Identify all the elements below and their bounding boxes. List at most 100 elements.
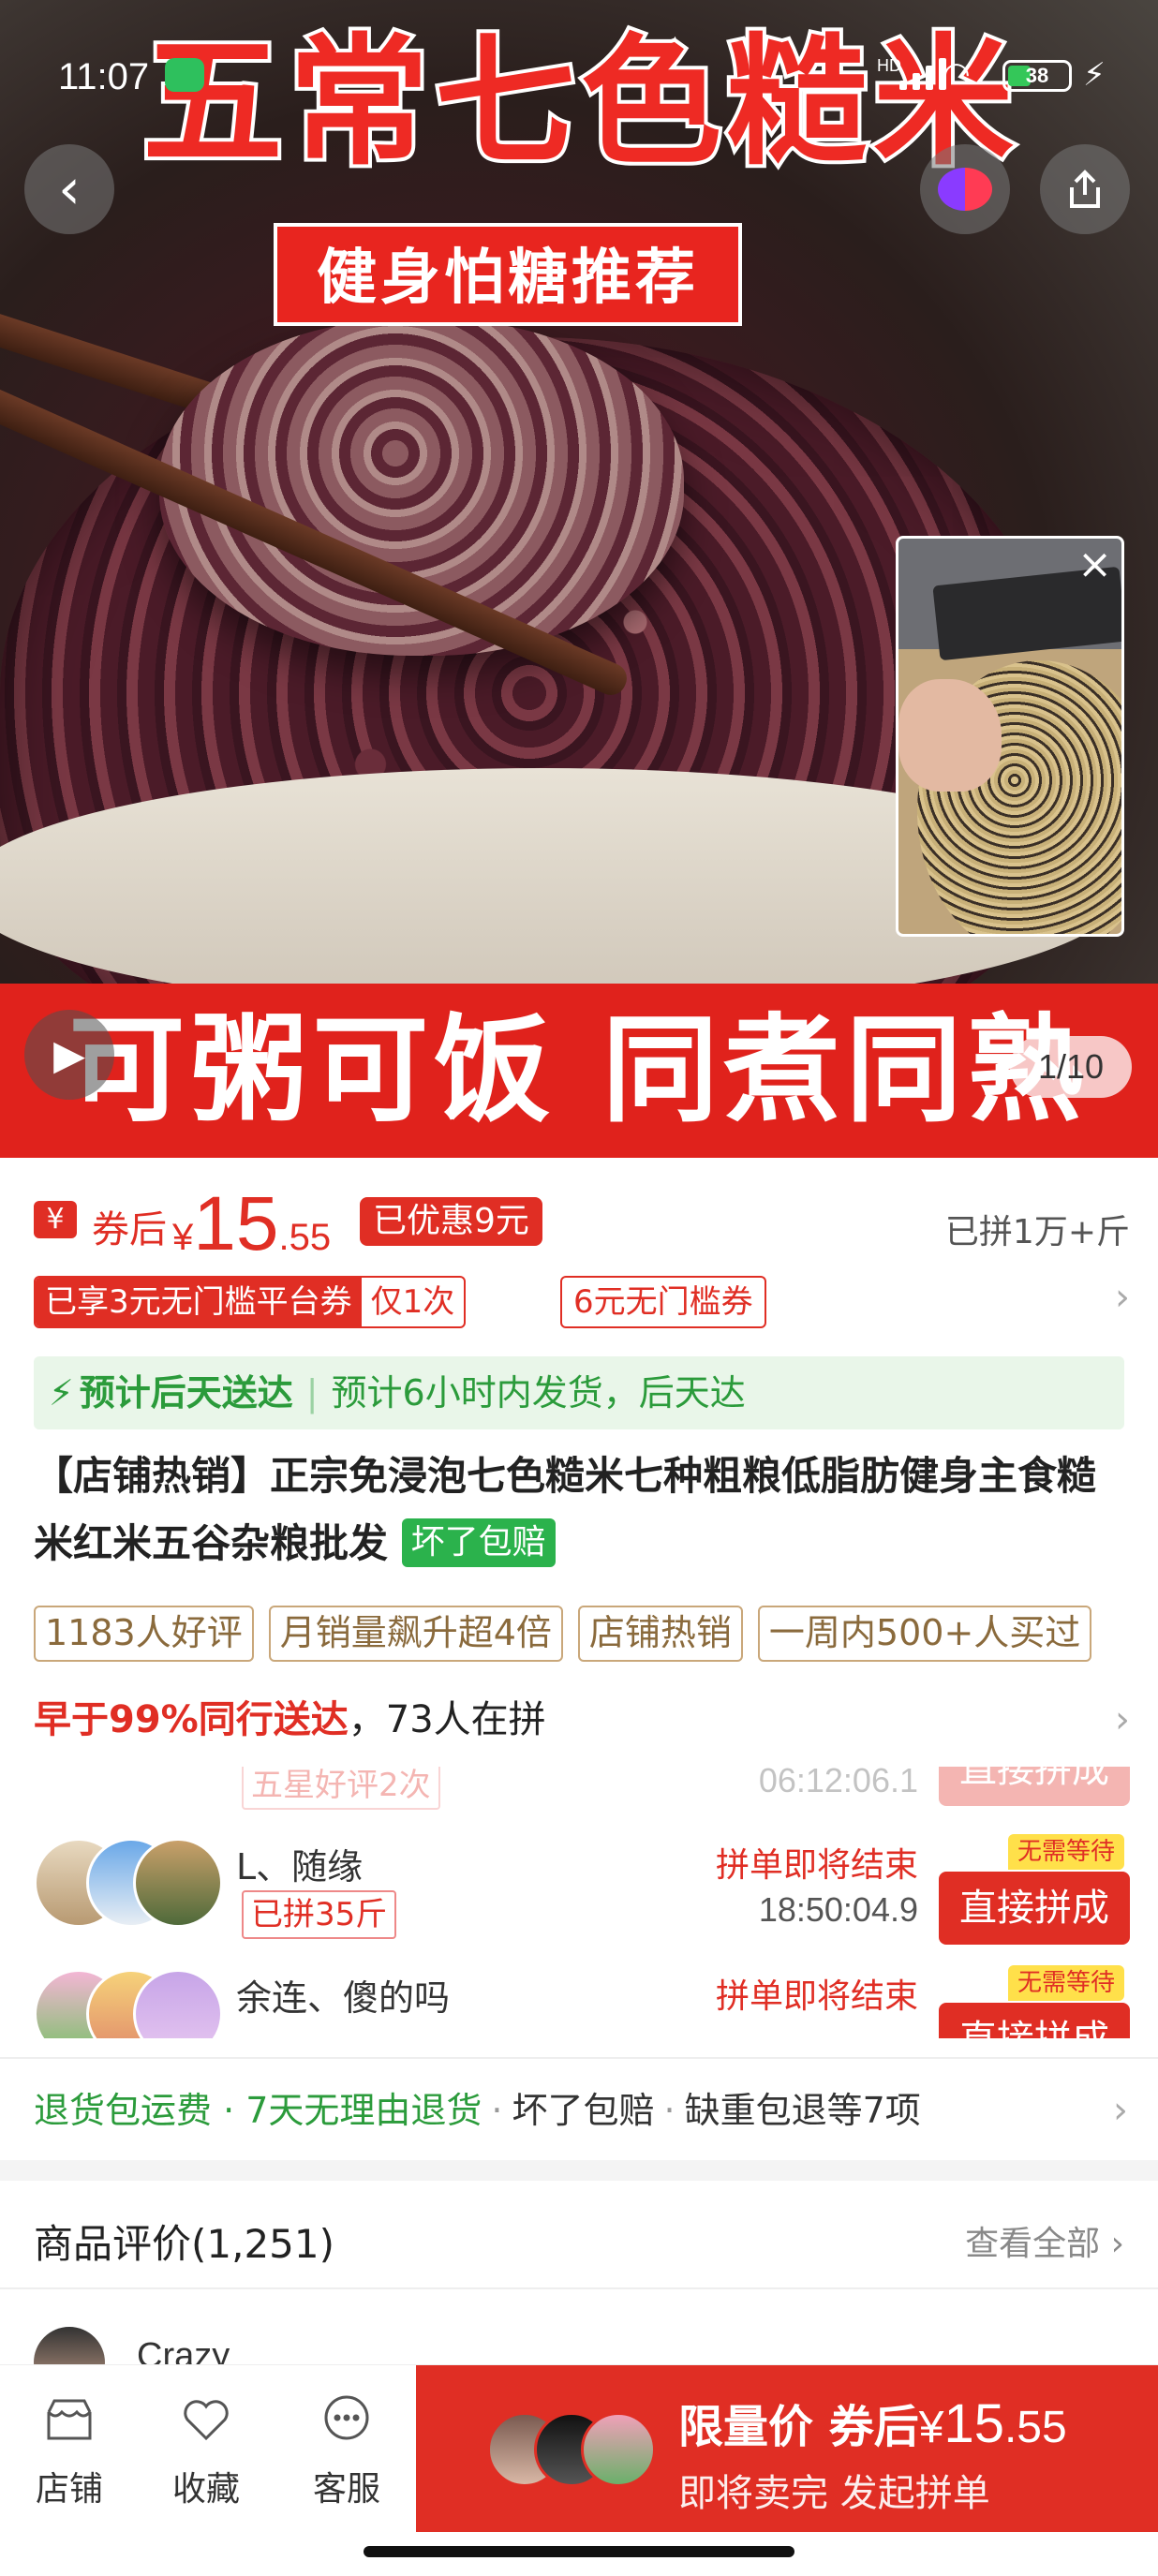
store-coupon[interactable]: 6元无门槛券 — [560, 1276, 766, 1328]
buy-currency: ¥ — [918, 2403, 944, 2452]
service-guarantee: 坏了包赔 — [512, 2090, 655, 2131]
service-more: 缺重包退等7项 — [684, 2090, 921, 2131]
chevron-right-icon: › — [1113, 2089, 1128, 2132]
bottom-action-bar: 店铺 收藏 客服 限量价 券后¥15.55 即将卖完 发起拼单 — [0, 2364, 1158, 2533]
reviews-header: 商品评价(1,251) 查看全部 › — [0, 2181, 1158, 2289]
group-row: L、随缘 已拼35斤 拼单即将结束 18:50:04.9 直接拼成 无需等待 — [34, 1834, 1130, 1969]
sold-count: 已拼1万+斤 — [944, 1213, 1130, 1251]
delivery-primary: 预计后天送达 — [79, 1372, 293, 1414]
share-button[interactable] — [1040, 144, 1130, 234]
group-row: 余连、傻的吗 拼单即将结束 直接拼成 无需等待 — [34, 1965, 1130, 2038]
view-all-reviews-link[interactable]: 查看全部 › — [965, 2216, 1124, 2265]
join-group-button[interactable]: 直接拼成 — [939, 1872, 1130, 1945]
join-group-button[interactable]: 直接拼成 — [939, 1767, 1130, 1806]
after-coupon-label: 券后 — [828, 2401, 919, 2453]
floating-video-player[interactable]: × — [896, 536, 1124, 937]
platform-coupon-label: 已享3元无门槛平台券 — [36, 1278, 362, 1326]
lightning-icon: ⚡ — [49, 1372, 74, 1414]
favorite-gem-button[interactable] — [920, 144, 1010, 234]
wechat-icon — [165, 58, 204, 92]
group-ending-label: 拼单即将结束 — [715, 1977, 918, 2016]
image-counter: 1/10 — [1010, 1036, 1132, 1098]
group-avatars — [34, 1767, 221, 1770]
tag-sales-growth: 月销量飙升超4倍 — [268, 1606, 563, 1662]
group-ending-label: 拼单即将结束 — [715, 1846, 918, 1885]
chevron-left-icon: ‹ — [58, 156, 81, 222]
battery-icon: 38 — [1002, 60, 1072, 92]
back-button[interactable]: ‹ — [24, 144, 114, 234]
coupon-row[interactable]: 已享3元无门槛平台券 仅1次 6元无门槛券 › — [34, 1276, 1130, 1332]
delivery-estimate: ⚡ 预计后天送达 | 预计6小时内发货，后天达 — [34, 1356, 1124, 1429]
chat-icon — [324, 2395, 369, 2440]
heart-icon — [184, 2400, 229, 2441]
service-return-policy: 退货包运费 · 7天无理由退货 — [34, 2090, 482, 2131]
group-buy-summary[interactable]: 早于99%同行送达，73人在拼 › — [34, 1692, 1130, 1748]
store-label: 店铺 — [35, 2470, 103, 2509]
product-image-carousel[interactable]: 五常七色糙米 健身怕糖推荐 可粥可饭 同煮同熟 11:07 HD ◠ 38 ⚡ … — [0, 0, 1158, 1158]
hero-banner: 可粥可饭 同煮同熟 — [0, 984, 1158, 1158]
guarantee-badge: 坏了包赔 — [401, 1518, 556, 1567]
play-icon: ▶ — [53, 1030, 85, 1079]
group-timer: 06:12:06.1 — [758, 1767, 918, 1799]
chevron-right-icon: › — [1115, 1276, 1130, 1319]
product-title-text: 【店铺热销】正宗免浸泡七色糙米七种粗粮低脂肪健身主食糙米红米五谷杂粮批发 — [34, 1453, 1097, 1566]
chevron-right-icon: › — [1115, 1698, 1130, 1741]
price-value: ¥15.55 — [172, 1180, 331, 1268]
favorite-label: 收藏 — [171, 2470, 240, 2509]
coupon-icon: ¥ — [34, 1201, 77, 1238]
join-group-button[interactable]: 直接拼成 — [939, 2003, 1130, 2038]
group-timer: 18:50:04.9 — [758, 1890, 918, 1929]
home-indicator[interactable] — [364, 2546, 794, 2557]
favorite-button[interactable]: 收藏 — [150, 2391, 262, 2510]
buyer-avatars — [487, 2412, 656, 2491]
group-leader-name: 余连、傻的吗 — [236, 1977, 451, 2019]
tag-weekly-buyers: 一周内500+人买过 — [757, 1606, 1092, 1662]
section-divider — [0, 2160, 1158, 2181]
after-coupon-label: 券后 — [92, 1208, 167, 1251]
view-all-label: 查看全部 — [965, 2225, 1101, 2263]
group-leader-name: L、随缘 — [236, 1846, 364, 1888]
tag-hot: 店铺热销 — [577, 1606, 743, 1662]
product-tags: 1183人好评 月销量飙升超4倍 店铺热销 一周内500+人买过 — [34, 1606, 1158, 1662]
no-wait-badge: 无需等待 — [1007, 1834, 1124, 1870]
discount-badge: 已优惠9元 — [360, 1197, 542, 1246]
status-bar: 11:07 HD ◠ 38 ⚡ — [0, 0, 1158, 141]
service-guarantees[interactable]: 退货包运费 · 7天无理由退货 · 坏了包赔 · 缺重包退等7项 › — [0, 2057, 1158, 2160]
share-icon — [1070, 170, 1100, 208]
store-button[interactable]: 店铺 — [13, 2391, 126, 2510]
limited-price: 限量价 券后¥15.55 — [678, 2390, 1067, 2455]
play-video-button[interactable]: ▶ — [24, 1010, 114, 1100]
limited-price-label: 限量价 — [678, 2401, 814, 2453]
customer-service-button[interactable]: 客服 — [290, 2391, 403, 2510]
tag-reviews: 1183人好评 — [34, 1606, 254, 1662]
group-avatars — [34, 1969, 223, 2038]
group-row: 五星好评2次 06:12:06.1 直接拼成 — [34, 1767, 1130, 1810]
platform-coupon[interactable]: 已享3元无门槛平台券 仅1次 — [34, 1276, 467, 1328]
group-count: ，73人在拼 — [348, 1698, 546, 1741]
store-icon — [47, 2399, 92, 2440]
hero-subtitle: 健身怕糖推荐 — [274, 223, 742, 326]
delivery-rank: 早于99%同行送达 — [34, 1698, 349, 1741]
price-currency: ¥ — [172, 1217, 194, 1258]
group-badge: 已拼35斤 — [242, 1890, 397, 1939]
price-integer: 15 — [193, 1181, 279, 1266]
price-decimal: .55 — [278, 1217, 332, 1258]
network-label: HD — [877, 56, 901, 75]
platform-coupon-limit: 仅1次 — [370, 1283, 455, 1321]
gem-icon — [938, 168, 992, 211]
group-avatars — [34, 1838, 223, 1932]
start-group-label: 即将卖完 发起拼单 — [678, 2472, 990, 2515]
product-title: 【店铺热销】正宗免浸泡七色糙米七种粗粮低脂肪健身主食糙米红米五谷杂粮批发 坏了包… — [34, 1443, 1121, 1577]
delivery-secondary: 预计6小时内发货，后天达 — [331, 1372, 746, 1414]
status-time: 11:07 — [58, 56, 150, 97]
close-icon[interactable]: × — [1077, 544, 1112, 585]
buy-price-decimal: .55 — [1003, 2403, 1067, 2452]
reviews-title: 商品评价(1,251) — [34, 2221, 335, 2267]
group-buy-list: 五星好评2次 06:12:06.1 直接拼成 L、随缘 已拼35斤 拼单即将结束… — [34, 1767, 1130, 2038]
service-label: 客服 — [312, 2470, 380, 2509]
no-wait-badge: 无需等待 — [1007, 1965, 1124, 2001]
price-row: ¥ 券后 ¥15.55 已优惠9元 已拼1万+斤 — [34, 1180, 1130, 1268]
group-buy-button[interactable]: 限量价 券后¥15.55 即将卖完 发起拼单 — [416, 2365, 1158, 2532]
charging-icon: ⚡ — [1083, 56, 1106, 94]
buy-price-integer: 15 — [943, 2393, 1004, 2454]
